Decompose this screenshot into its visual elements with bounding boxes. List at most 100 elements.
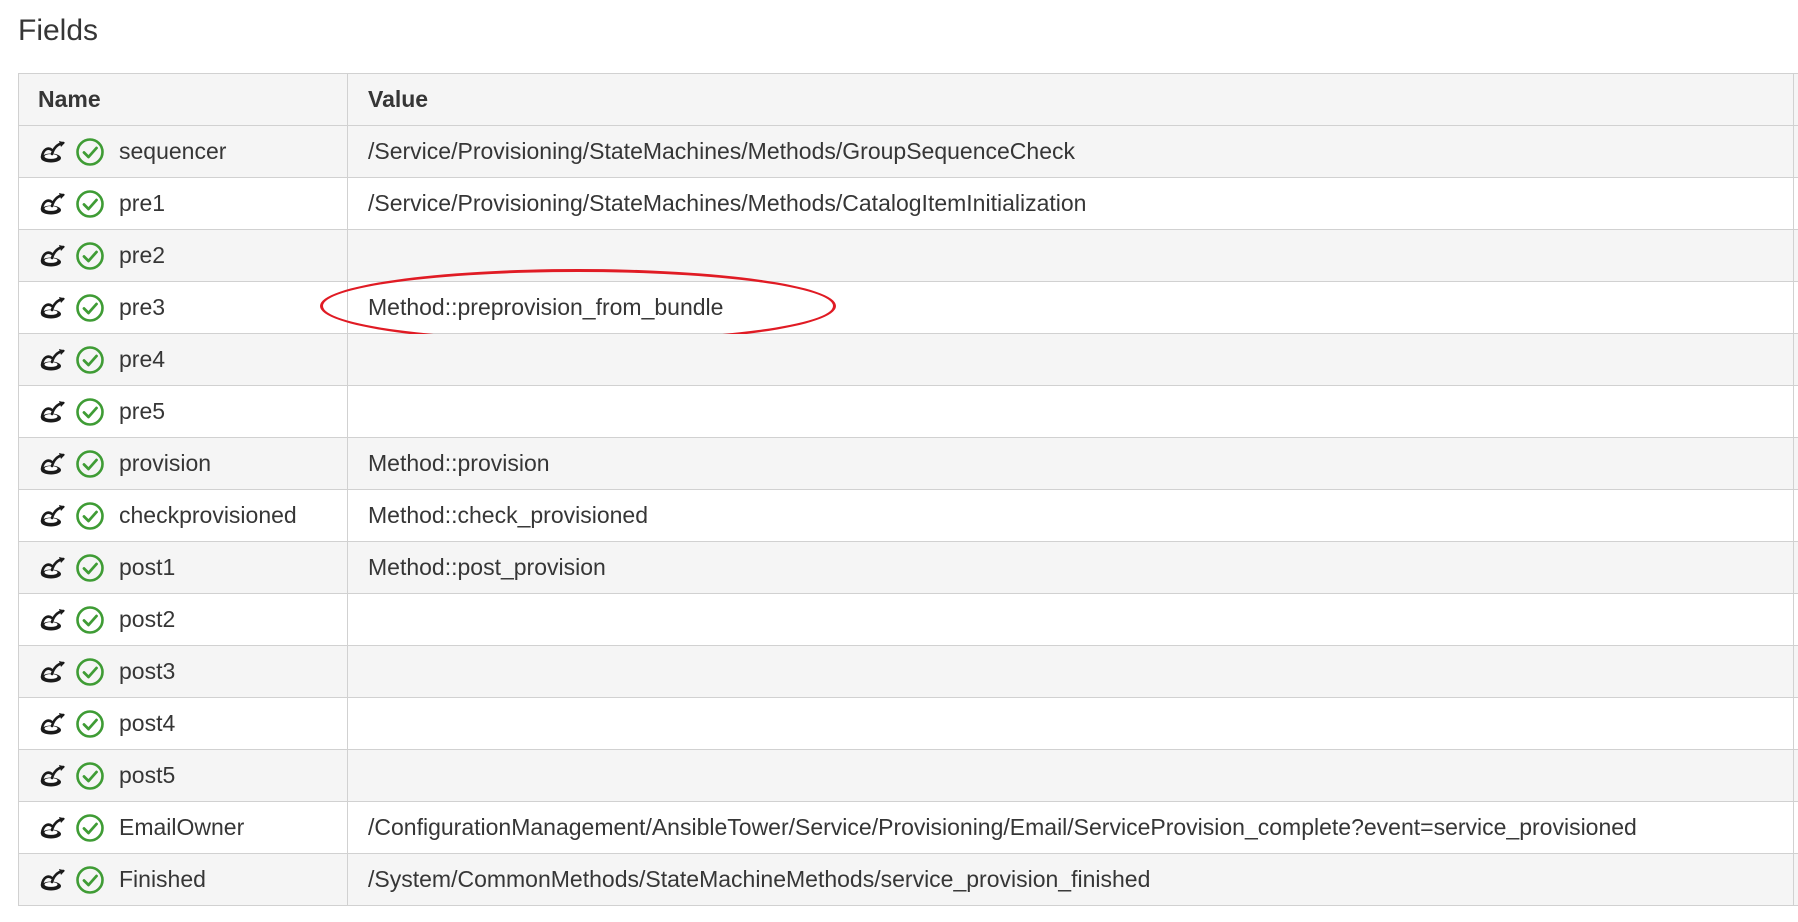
- value-cell: [347, 645, 1794, 698]
- value-cell: [347, 385, 1794, 438]
- column-header-value[interactable]: Value: [347, 73, 1794, 126]
- check-circle-icon: [75, 709, 105, 739]
- field-name: provision: [119, 450, 212, 476]
- table-row-finished[interactable]: Finished /System/CommonMethods/StateMach…: [18, 853, 1798, 906]
- extra-cell: [1793, 229, 1798, 282]
- check-circle-icon: [75, 449, 105, 479]
- name-cell: pre5: [18, 385, 348, 438]
- field-name: post1: [119, 554, 176, 580]
- value-cell: Method::preprovision_from_bundle: [320, 269, 1794, 343]
- extra-cell: [1793, 385, 1798, 438]
- extra-cell: [1793, 489, 1798, 542]
- check-circle-icon: [75, 553, 105, 583]
- name-cell: post1: [18, 541, 348, 594]
- extra-cell: [1793, 749, 1798, 802]
- field-name: post3: [119, 658, 176, 684]
- field-name: checkprovisioned: [119, 502, 297, 528]
- field-name: post2: [119, 606, 176, 632]
- table-row-post3[interactable]: post3: [18, 645, 1798, 698]
- state-machine-field-icon: [38, 345, 68, 375]
- name-cell: post3: [18, 645, 348, 698]
- table-row-checkprovisioned[interactable]: checkprovisioned Method::check_provision…: [18, 489, 1798, 542]
- table-row-provision[interactable]: provision Method::provision: [18, 437, 1798, 490]
- table-row-post4[interactable]: post4: [18, 697, 1798, 750]
- check-circle-icon: [75, 761, 105, 791]
- field-name: pre2: [119, 242, 166, 268]
- value-cell: [347, 697, 1794, 750]
- table-row-post5[interactable]: post5: [18, 749, 1798, 802]
- field-name: pre1: [119, 190, 166, 216]
- field-name: EmailOwner: [119, 814, 245, 840]
- table-row-post1[interactable]: post1 Method::post_provision: [18, 541, 1798, 594]
- field-value: Method::preprovision_from_bundle: [368, 294, 724, 320]
- check-circle-icon: [75, 657, 105, 687]
- field-value: /Service/Provisioning/StateMachines/Meth…: [368, 138, 1075, 164]
- state-machine-field-icon: [38, 449, 68, 479]
- column-header-extra: [1793, 73, 1798, 126]
- check-circle-icon: [75, 865, 105, 895]
- value-cell: /ConfigurationManagement/AnsibleTower/Se…: [347, 801, 1794, 854]
- field-name: pre4: [119, 346, 166, 372]
- extra-cell: [1793, 125, 1798, 178]
- name-cell: sequencer: [18, 125, 348, 178]
- field-value: /ConfigurationManagement/AnsibleTower/Se…: [368, 814, 1637, 840]
- extra-cell: [1793, 333, 1798, 386]
- table-row-sequencer[interactable]: sequencer /Service/Provisioning/StateMac…: [18, 125, 1798, 178]
- name-cell: pre2: [18, 229, 348, 282]
- field-value: Method::post_provision: [368, 554, 606, 580]
- field-value: Method::provision: [368, 450, 550, 476]
- check-circle-icon: [75, 813, 105, 843]
- extra-cell: [1793, 541, 1798, 594]
- table-row-pre2[interactable]: pre2: [18, 229, 1798, 282]
- state-machine-field-icon: [38, 813, 68, 843]
- state-machine-field-icon: [38, 241, 68, 271]
- name-cell: pre1: [18, 177, 348, 230]
- field-name: post5: [119, 762, 176, 788]
- fields-table: Name Value sequencer /Service/Provisioni…: [18, 73, 1798, 906]
- name-cell: checkprovisioned: [18, 489, 348, 542]
- name-cell: pre4: [18, 333, 348, 386]
- field-name: pre5: [119, 398, 166, 424]
- column-header-name[interactable]: Name: [18, 73, 348, 126]
- state-machine-field-icon: [38, 657, 68, 687]
- name-cell: provision: [18, 437, 348, 490]
- table-row-pre4[interactable]: pre4: [18, 333, 1798, 386]
- value-cell: /Service/Provisioning/StateMachines/Meth…: [347, 177, 1794, 230]
- check-circle-icon: [75, 345, 105, 375]
- extra-cell: [1793, 593, 1798, 646]
- table-row-pre5[interactable]: pre5: [18, 385, 1798, 438]
- state-machine-field-icon: [38, 189, 68, 219]
- value-cell: Method::provision: [347, 437, 1794, 490]
- value-cell: [347, 749, 1794, 802]
- check-circle-icon: [75, 137, 105, 167]
- extra-cell: [1793, 801, 1798, 854]
- name-cell: post5: [18, 749, 348, 802]
- name-cell: post2: [18, 593, 348, 646]
- state-machine-field-icon: [38, 605, 68, 635]
- name-cell: Finished: [18, 853, 348, 906]
- value-cell: [347, 229, 1794, 282]
- section-title: Fields: [18, 14, 99, 47]
- state-machine-field-icon: [38, 293, 68, 323]
- name-cell: post4: [18, 697, 348, 750]
- extra-cell: [1793, 853, 1798, 906]
- table-row-pre3[interactable]: pre3 Method::preprovision_from_bundle: [18, 269, 1798, 343]
- field-value: /Service/Provisioning/StateMachines/Meth…: [368, 190, 1087, 216]
- extra-cell: [1793, 645, 1798, 698]
- extra-cell: [1793, 437, 1798, 490]
- value-cell: Method::check_provisioned: [347, 489, 1794, 542]
- state-machine-field-icon: [38, 501, 68, 531]
- field-value: Method::check_provisioned: [368, 502, 648, 528]
- table-row-post2[interactable]: post2: [18, 593, 1798, 646]
- field-name: Finished: [119, 866, 206, 892]
- field-name: pre3: [119, 294, 166, 320]
- state-machine-field-icon: [38, 137, 68, 167]
- fields-table-body: sequencer /Service/Provisioning/StateMac…: [18, 125, 1798, 906]
- name-cell: pre3: [18, 281, 348, 334]
- check-circle-icon: [75, 501, 105, 531]
- table-row-emailowner[interactable]: EmailOwner /ConfigurationManagement/Ansi…: [18, 801, 1798, 854]
- state-machine-field-icon: [38, 397, 68, 427]
- extra-cell: [1793, 177, 1798, 230]
- table-row-pre1[interactable]: pre1 /Service/Provisioning/StateMachines…: [18, 177, 1798, 230]
- check-circle-icon: [75, 241, 105, 271]
